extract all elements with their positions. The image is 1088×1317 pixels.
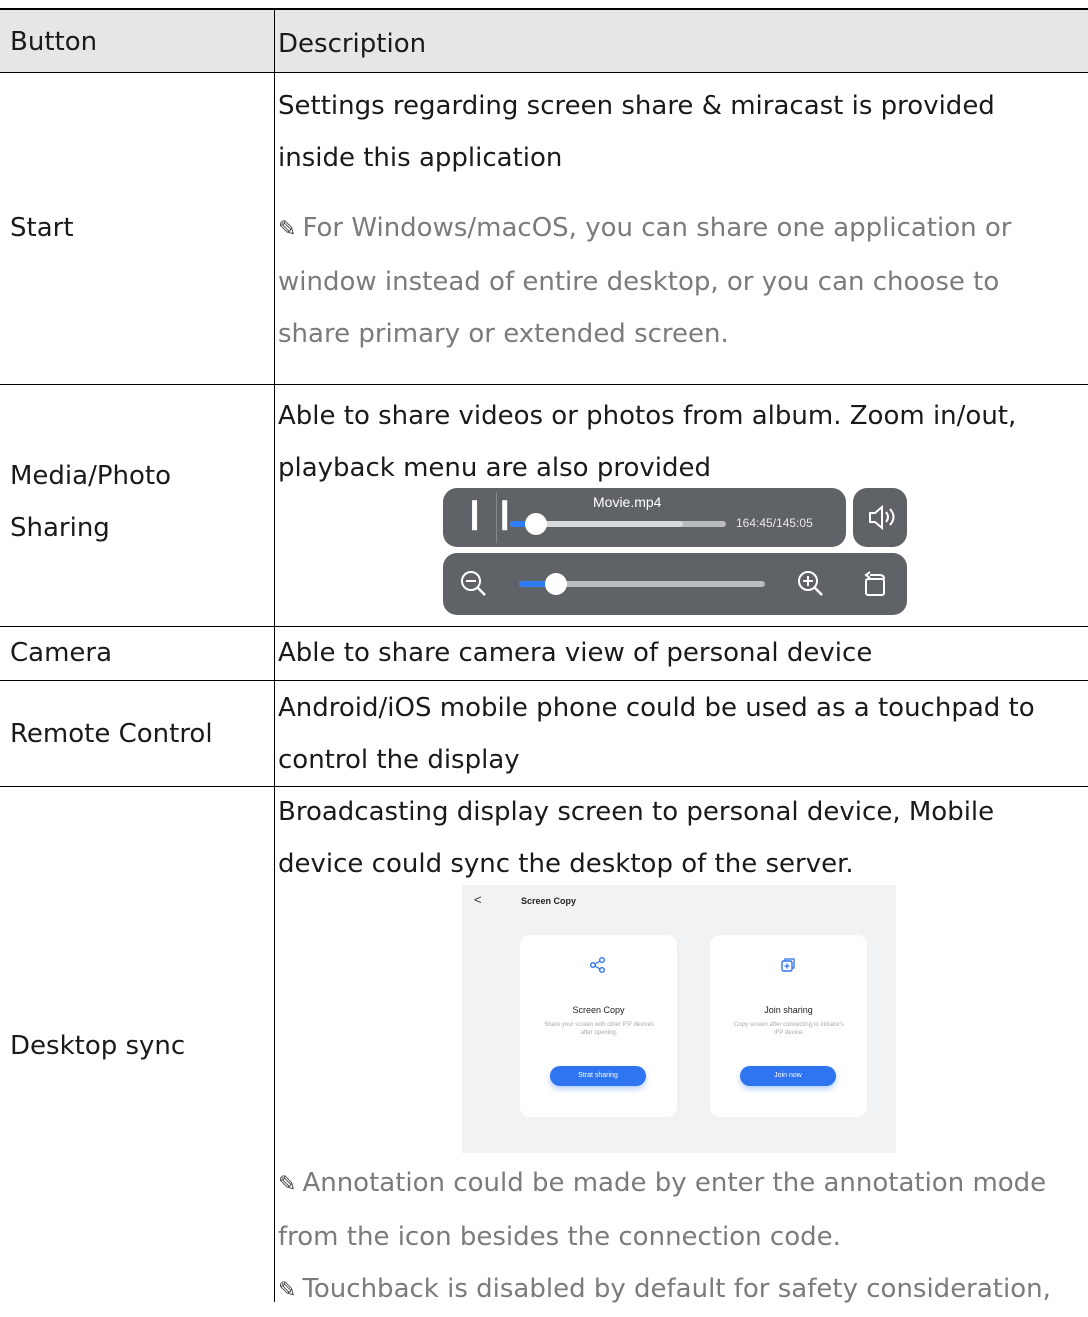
column-divider (274, 8, 275, 1302)
zoom-knob[interactable] (544, 573, 567, 595)
note-line: from the icon besides the connection cod… (278, 1222, 841, 1252)
description-line: device could sync the desktop of the ser… (278, 849, 854, 879)
header-description: Description (278, 29, 427, 59)
volume-icon (869, 504, 895, 531)
desktop-description: Broadcasting display screen to personal … (278, 786, 1078, 890)
join-icon (781, 958, 795, 972)
header-button: Button (10, 27, 98, 57)
progress-knob[interactable] (524, 513, 547, 535)
note-line: share primary or extended screen. (278, 319, 729, 349)
zoom-bar (443, 553, 907, 615)
back-icon[interactable]: < (474, 892, 482, 907)
feature-table: Button Description Start Settings regard… (0, 0, 1088, 1304)
zoom-out-icon[interactable] (459, 569, 489, 599)
media-title: Movie.mp4 (593, 494, 662, 510)
join-sharing-card: Join sharing Copy screen after connectin… (710, 935, 867, 1117)
note-line: For Windows/macOS, you can share one app… (302, 213, 1012, 243)
description-line: playback menu are also provided (278, 453, 711, 483)
pencil-icon: ✎ (278, 217, 297, 242)
card-subtitle: Copy screen after connecting to initiato… (734, 1022, 844, 1036)
note-line: window instead of entire desktop, or you… (278, 267, 1000, 297)
card-title: Join sharing (764, 1005, 813, 1015)
pencil-icon: ✎ (278, 1172, 297, 1197)
row-divider (0, 72, 1088, 73)
join-now-button[interactable]: Join now (740, 1066, 836, 1086)
description-line: control the display (278, 745, 520, 775)
label-line: Sharing (10, 513, 110, 543)
media-description: Able to share videos or photos from albu… (278, 390, 1078, 494)
row-label-camera: Camera (10, 638, 113, 668)
screen-copy-screenshot: < Screen Copy Screen Copy Share your scr… (462, 885, 896, 1153)
table-top-border (0, 8, 1088, 10)
time-readout: 164:45/145:05 (736, 516, 813, 530)
card-title: Screen Copy (572, 1005, 625, 1015)
zoom-in-icon[interactable] (796, 569, 826, 599)
row-label-remote-control: Remote Control (10, 719, 213, 749)
pencil-icon: ✎ (278, 1278, 297, 1303)
note-line: Annotation could be made by enter the an… (302, 1168, 1047, 1198)
description-line: inside this application (278, 143, 563, 173)
start-note: ✎ For Windows/macOS, you can share one ap… (278, 202, 1078, 360)
camera-description: Able to share camera view of personal de… (278, 638, 873, 668)
start-sharing-button[interactable]: Strat sharing (550, 1066, 646, 1086)
description-line: Settings regarding screen share & miraca… (278, 91, 995, 121)
label-line: Media/Photo (10, 461, 172, 491)
row-divider (0, 384, 1088, 385)
note-line: Touchback is disabled by default for saf… (302, 1274, 1051, 1304)
media-player-bar: ❙❙ Movie.mp4 164:45/145:05 (443, 488, 846, 547)
description-line: Able to share videos or photos from albu… (278, 401, 1017, 431)
card-subtitle: Share your screen with other IFP devices… (544, 1022, 654, 1036)
control-separator (496, 492, 497, 543)
volume-button[interactable] (853, 488, 907, 547)
screen-copy-card: Screen Copy Share your screen with other… (520, 935, 677, 1117)
share-icon (590, 957, 605, 973)
remote-description: Android/iOS mobile phone could be used a… (278, 682, 1078, 786)
rotate-icon[interactable] (861, 567, 891, 601)
row-divider (0, 680, 1088, 681)
description-line: Android/iOS mobile phone could be used a… (278, 693, 1035, 723)
desktop-notes: ✎ Annotation could be made by enter the a… (278, 1157, 1078, 1317)
start-description: Settings regarding screen share & miraca… (278, 80, 1078, 184)
mock-title: Screen Copy (521, 896, 577, 906)
row-label-media: Media/Photo Sharing (10, 450, 265, 554)
description-line: Broadcasting display screen to personal … (278, 797, 995, 827)
row-label-desktop-sync: Desktop sync (10, 1031, 186, 1061)
row-label-start: Start (10, 213, 74, 243)
